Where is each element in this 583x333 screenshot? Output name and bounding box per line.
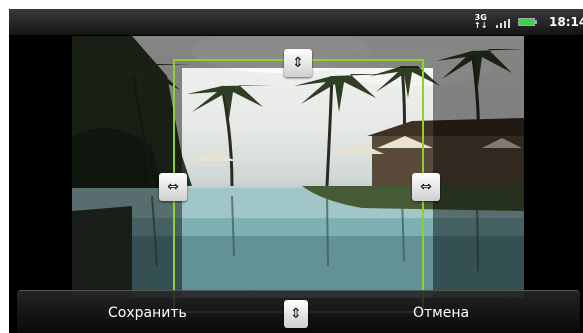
save-button[interactable]: Сохранить [108, 291, 187, 333]
device-screen: 3G ↑↓ 18:14 [9, 9, 583, 333]
signal-strength-icon [496, 9, 510, 35]
crop-handle-right[interactable]: ⇔ [412, 173, 440, 201]
crop-handle-left[interactable]: ⇔ [159, 173, 187, 201]
cancel-button[interactable]: Отмена [413, 291, 469, 333]
crop-handle-bottom[interactable]: ⇕ [284, 300, 308, 328]
crop-handle-top[interactable]: ⇕ [284, 49, 312, 77]
resize-horizontal-icon: ⇔ [167, 179, 179, 195]
data-activity-icon: ↑↓ [474, 21, 488, 30]
status-bar: 3G ↑↓ 18:14 [9, 9, 583, 36]
resize-horizontal-icon: ⇔ [420, 179, 432, 195]
crop-dim-left [72, 36, 182, 298]
status-clock: 18:14 [549, 15, 583, 29]
resize-vertical-icon: ⇕ [292, 55, 304, 71]
crop-frame[interactable] [173, 59, 424, 313]
crop-dim-right [433, 36, 524, 298]
network-type-indicator: 3G ↑↓ [474, 9, 487, 35]
battery-icon [518, 9, 537, 35]
resize-vertical-icon: ⇕ [290, 306, 302, 322]
